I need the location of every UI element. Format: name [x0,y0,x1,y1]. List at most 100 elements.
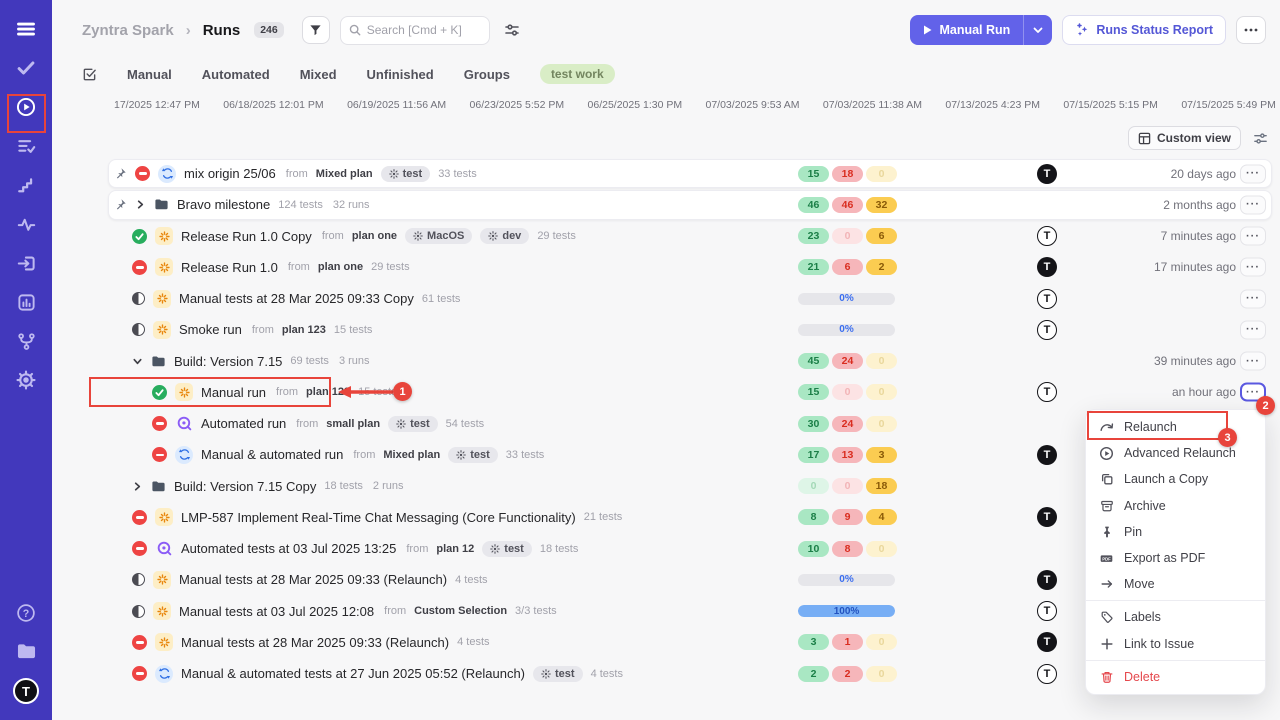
config-badge-label: MacOS [427,230,464,242]
tab-automated[interactable]: Automated [202,67,270,82]
from-label: from [353,449,375,461]
menu-item-export-as-pdf[interactable]: PDFExport as PDF [1086,545,1265,571]
run-row[interactable]: Release Run 1.0fromplan one29 tests2162T… [52,252,1280,283]
group-name: Build: Version 7.15 [174,354,282,369]
time-ago: an hour ago [1172,385,1236,399]
group-meta: 124 tests [278,199,323,211]
runs-status-report-button[interactable]: Runs Status Report [1062,15,1226,45]
row-more-button[interactable]: ··· [1240,227,1266,246]
menu-item-launch-a-copy[interactable]: Launch a Copy [1086,466,1265,492]
menu-item-label: Launch a Copy [1124,472,1208,486]
config-badge: test [448,447,498,463]
test-cases-icon[interactable] [15,57,37,79]
row-more-button[interactable]: ··· [1240,195,1266,214]
run-row[interactable]: mix origin 25/06fromMixed plantest33 tes… [52,158,1280,189]
group-meta: 2 runs [373,480,404,492]
gear-icon [389,169,399,179]
row-main: mix origin 25/06fromMixed plantest33 tes… [52,158,477,189]
menu-item-archive[interactable]: Archive [1086,493,1265,519]
menu-item-move[interactable]: Move [1086,571,1265,597]
row-more-button[interactable]: ··· [1240,320,1266,339]
other-count-pill: 18 [866,478,897,494]
filter-funnel-button[interactable] [302,16,330,44]
menu-item-labels[interactable]: Labels [1086,604,1265,630]
view-settings-icon[interactable] [1253,131,1268,146]
tests-count: 54 tests [446,418,485,430]
passed-count-pill: 46 [798,197,829,213]
failed-count-pill: 6 [832,259,863,275]
assignee-avatar: T [1037,320,1057,340]
menu-item-advanced-relaunch[interactable]: Advanced Relaunch [1086,440,1265,466]
run-row[interactable]: Release Run 1.0 Copyfromplan oneMacOSdev… [52,221,1280,252]
row-main: Manual tests at 28 Mar 2025 09:33 (Relau… [52,564,488,595]
run-context-menu: RelaunchAdvanced Relaunch Launch a Copy Ar… [1085,409,1266,695]
passed-count-pill: 8 [798,509,829,525]
sign-in-icon[interactable] [15,252,37,274]
run-stats: 15180 [798,158,897,189]
other-count-pill: 0 [866,634,897,650]
tests-count: 33 tests [506,449,545,461]
row-more-button[interactable]: ··· [1240,383,1266,402]
menu-item-relaunch[interactable]: Relaunch [1086,414,1265,440]
activity-pulse-icon[interactable] [15,213,37,235]
branch-icon[interactable] [15,330,37,352]
settings-gear-icon[interactable] [15,369,37,391]
tab-manual[interactable]: Manual [127,67,172,82]
search-box[interactable] [340,16,490,45]
menu-item-label: Labels [1124,610,1161,624]
from-label: from [384,605,406,617]
folder-icon [151,354,166,369]
select-all-icon[interactable] [82,67,97,82]
config-badge: MacOS [405,228,472,244]
runs-play-icon[interactable] [15,96,37,118]
manual-run-icon [153,290,171,308]
failed-count-pill: 13 [832,447,863,463]
run-name: Automated run [201,416,286,431]
tag-filter-test-work[interactable]: test work [540,64,615,84]
run-row[interactable]: Manual tests at 28 Mar 2025 09:33 Copy61… [52,283,1280,314]
search-input[interactable] [367,23,477,37]
status-failed-icon [132,510,147,525]
breadcrumb-project[interactable]: Zyntra Spark [82,22,174,39]
other-count-pill: 0 [866,353,897,369]
group-row[interactable]: Build: Version 7.1569 tests3 runs4524039… [52,346,1280,377]
other-count-pill: 0 [866,541,897,557]
menu-icon[interactable] [15,18,37,40]
menu-item-delete[interactable]: Delete [1086,664,1265,690]
projects-folder-icon[interactable] [15,640,37,662]
run-row[interactable]: Manual runfromplan 12315 tests1500Tan ho… [52,377,1280,408]
passed-count-pill: 21 [798,259,829,275]
manual-run-button[interactable]: Manual Run [910,15,1052,45]
trash-icon [1099,670,1114,684]
help-icon[interactable]: ? [15,602,37,624]
from-label: from [296,418,318,430]
reports-chart-icon[interactable] [15,291,37,313]
other-count-pill: 0 [866,416,897,432]
row-more-button[interactable]: ··· [1240,352,1266,371]
status-failed-icon [152,416,167,431]
tab-unfinished[interactable]: Unfinished [367,67,434,82]
custom-view-button[interactable]: Custom view [1128,126,1241,150]
sparkles-icon [1075,23,1089,37]
row-more-button[interactable]: ··· [1240,164,1266,183]
manual-run-dropdown[interactable] [1023,15,1052,45]
row-more-button[interactable]: ··· [1240,258,1266,277]
row-more-button[interactable]: ··· [1240,289,1266,308]
header-more-button[interactable] [1236,16,1266,44]
menu-item-link-to-issue[interactable]: Link to Issue [1086,631,1265,657]
user-avatar[interactable]: T [13,678,39,704]
progress-bar: 0% [798,574,895,586]
search-settings-icon[interactable] [504,22,520,38]
run-row[interactable]: Smoke runfromplan 12315 tests0%T··· [52,314,1280,345]
row-main: Bravo milestone124 tests32 runs [52,189,372,220]
menu-item-pin[interactable]: Pin [1086,519,1265,545]
table-view-icon [1138,132,1151,145]
defects-list-icon[interactable] [15,135,37,157]
group-row[interactable]: Bravo milestone124 tests32 runs4646322 m… [52,189,1280,220]
time-ago: 7 minutes ago [1161,229,1236,243]
tab-groups[interactable]: Groups [464,67,510,82]
tab-mixed[interactable]: Mixed [300,67,337,82]
other-count-pill: 4 [866,509,897,525]
milestones-steps-icon[interactable] [15,174,37,196]
menu-item-label: Delete [1124,670,1160,684]
